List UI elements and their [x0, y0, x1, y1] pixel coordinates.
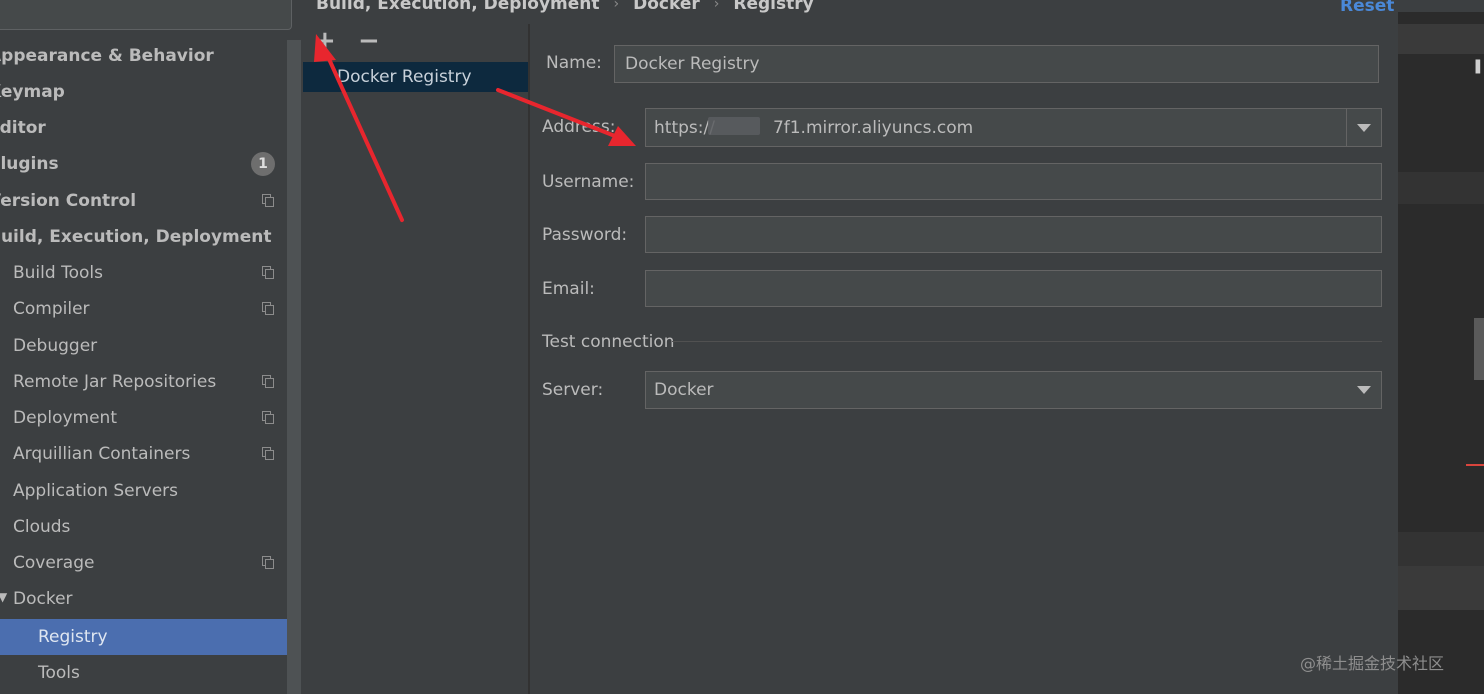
background-editor-window: ❚❚ [1398, 0, 1484, 694]
tree-item-label: Version Control [0, 191, 137, 211]
tree-item-plugins[interactable]: Plugins 1 [0, 146, 287, 182]
tree-item-label: Coverage [13, 553, 95, 573]
tree-item-label: Registry [38, 627, 108, 647]
redaction-blur [708, 117, 760, 135]
tree-item-label: Debugger [13, 336, 98, 356]
project-settings-icon [262, 266, 274, 279]
tree-item-clouds[interactable]: Clouds [0, 509, 287, 545]
tree-item-appearance[interactable]: Appearance & Behavior [0, 38, 287, 74]
project-settings-icon [262, 411, 274, 424]
tree-item-label: Arquillian Containers [13, 444, 191, 464]
tree-item-tools[interactable]: Tools [0, 655, 287, 691]
background-band [1398, 24, 1484, 54]
tree-item-label: Clouds [13, 517, 71, 537]
project-settings-icon [262, 447, 274, 460]
chevron-down-icon [1357, 123, 1371, 132]
plugins-update-badge: 1 [251, 152, 275, 176]
pause-icon[interactable]: ❚❚ [1472, 58, 1484, 74]
tree-item-label: Remote Jar Repositories [13, 372, 217, 392]
address-dropdown-button[interactable] [1346, 109, 1381, 146]
watermark: @稀土掘金技术社区 [1300, 654, 1445, 673]
tree-item-label: Plugins [0, 154, 59, 174]
project-settings-icon [262, 375, 274, 388]
error-marker-icon [1466, 464, 1484, 466]
breadcrumb: Build, Execution, Deployment › Docker › … [316, 0, 814, 16]
tree-item-label: Deployment [13, 408, 117, 428]
tree-item-version-control[interactable]: Version Control [0, 183, 287, 219]
tree-item-coverage[interactable]: Coverage [0, 545, 287, 581]
tree-item-build-tools[interactable]: › Build Tools [0, 255, 287, 291]
settings-tree: Appearance & Behavior Keymap Editor Plug… [0, 0, 302, 694]
tree-item-label: Tools [38, 663, 80, 683]
chevron-down-icon [1357, 386, 1371, 394]
breadcrumb-item: Docker [633, 0, 700, 14]
tree-item-keymap[interactable]: Keymap [0, 74, 287, 110]
editor-scrollbar-thumb[interactable] [1474, 318, 1484, 380]
name-label: Name: [546, 53, 602, 73]
tree-item-label: Build, Execution, Deployment [0, 227, 272, 247]
tree-item-debugger[interactable]: › Debugger [0, 328, 287, 364]
registry-list-item[interactable]: Docker Registry [303, 62, 528, 92]
panel-divider[interactable] [528, 24, 530, 694]
tree-item-registry[interactable]: Registry [0, 619, 301, 655]
server-value: Docker [654, 380, 714, 400]
background-band [1398, 532, 1484, 566]
tree-item-arquillian-containers[interactable]: Arquillian Containers [0, 436, 287, 472]
project-settings-icon [262, 556, 274, 569]
background-band [1398, 0, 1484, 12]
background-band [1398, 172, 1484, 204]
password-label: Password: [542, 225, 628, 245]
project-settings-icon [262, 194, 274, 207]
remove-registry-button[interactable]: − [358, 28, 380, 54]
breadcrumb-separator-icon: › [613, 0, 620, 12]
reset-link[interactable]: Reset [1340, 0, 1394, 16]
tree-item-deployment[interactable]: › Deployment [0, 400, 287, 436]
background-band [1398, 566, 1484, 610]
tree-item-docker[interactable]: ▼ Docker [0, 581, 287, 617]
email-field[interactable] [645, 270, 1382, 307]
password-field[interactable] [645, 216, 1382, 253]
project-settings-icon [262, 302, 274, 315]
registry-list-item-label: Docker Registry [337, 67, 472, 87]
server-dropdown-button[interactable] [1347, 372, 1381, 408]
add-registry-button[interactable]: + [314, 28, 336, 54]
name-field[interactable]: Docker Registry [614, 45, 1379, 83]
test-connection-heading: Test connection [542, 332, 675, 352]
breadcrumb-item: Registry [733, 0, 814, 14]
tree-item-label: Editor [0, 118, 46, 138]
username-label: Username: [542, 172, 635, 192]
breadcrumb-item: Build, Execution, Deployment [316, 0, 600, 14]
address-label: Address: [542, 117, 616, 137]
tree-item-remote-jar-repositories[interactable]: Remote Jar Repositories [0, 364, 287, 400]
name-value: Docker Registry [625, 54, 760, 74]
registry-list-panel [303, 24, 528, 694]
tree-item-application-servers[interactable]: Application Servers [0, 473, 287, 509]
settings-search-input[interactable] [0, 0, 292, 30]
tree-scrollbar[interactable] [287, 40, 301, 694]
address-combobox[interactable]: https:// 7f1.mirror.aliyuncs.com [645, 108, 1382, 147]
server-label: Server: [542, 380, 604, 400]
address-value-suffix: 7f1.mirror.aliyuncs.com [772, 117, 974, 138]
email-label: Email: [542, 279, 595, 299]
tree-item-build-execution-deployment[interactable]: Build, Execution, Deployment [0, 219, 287, 255]
section-separator [672, 341, 1382, 342]
breadcrumb-separator-icon: › [713, 0, 720, 12]
tree-item-compiler[interactable]: › Compiler [0, 291, 287, 327]
username-field[interactable] [645, 163, 1382, 200]
tree-item-label: Build Tools [13, 263, 103, 283]
tree-item-label: Appearance & Behavior [0, 46, 214, 66]
tree-item-label: Application Servers [13, 481, 178, 501]
address-value-prefix: https:// [654, 117, 715, 138]
server-select[interactable]: Docker [645, 371, 1382, 409]
tree-item-label: Compiler [13, 299, 90, 319]
tree-item-label: Keymap [0, 82, 65, 102]
tree-item-label: Docker [13, 589, 73, 609]
tree-item-editor[interactable]: Editor [0, 110, 287, 146]
collapse-arrow-icon[interactable]: ▼ [0, 590, 7, 604]
